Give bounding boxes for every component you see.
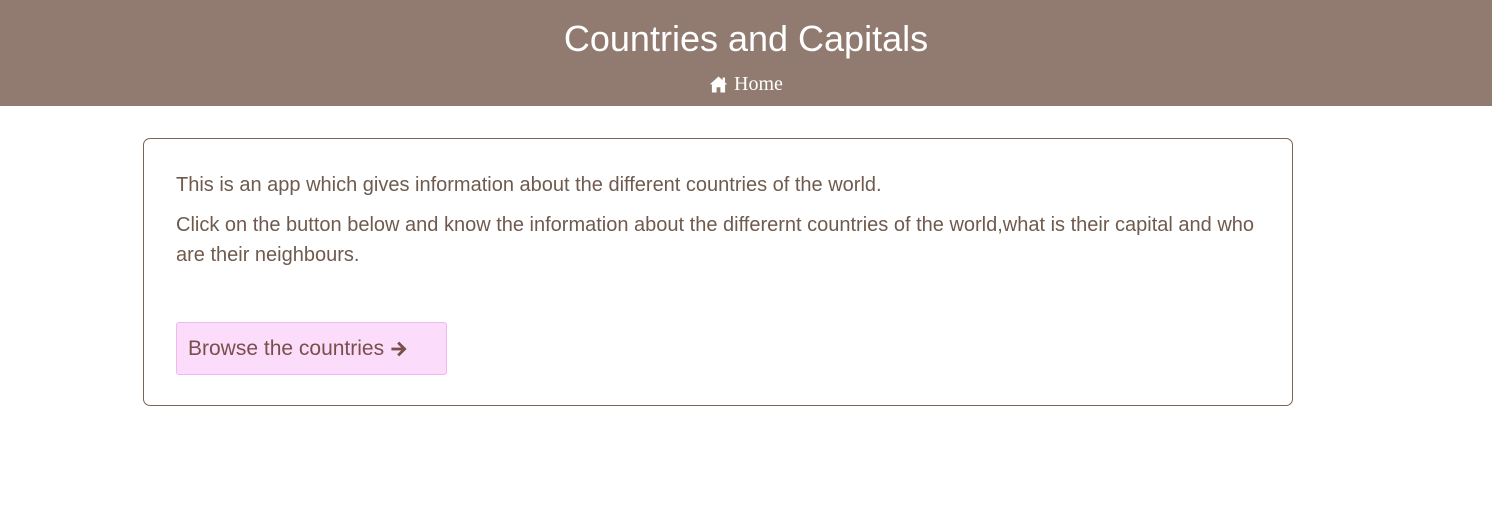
navbar: Home	[0, 72, 1492, 96]
home-icon	[709, 76, 728, 92]
intro-paragraph: This is an app which gives information a…	[176, 174, 882, 196]
instructions-paragraph: Click on the button below and know the i…	[176, 214, 1255, 266]
browse-countries-button[interactable]: Browse the countries	[176, 322, 447, 375]
page-header: Countries and Capitals Home	[0, 0, 1492, 106]
browse-countries-button-label: Browse the countries	[188, 336, 385, 360]
intro-card: This is an app which gives information a…	[143, 138, 1293, 406]
page-title: Countries and Capitals	[563, 18, 929, 59]
arrow-right-icon	[391, 341, 407, 356]
home-link[interactable]: Home	[709, 73, 783, 96]
home-link-label: Home	[734, 72, 783, 95]
